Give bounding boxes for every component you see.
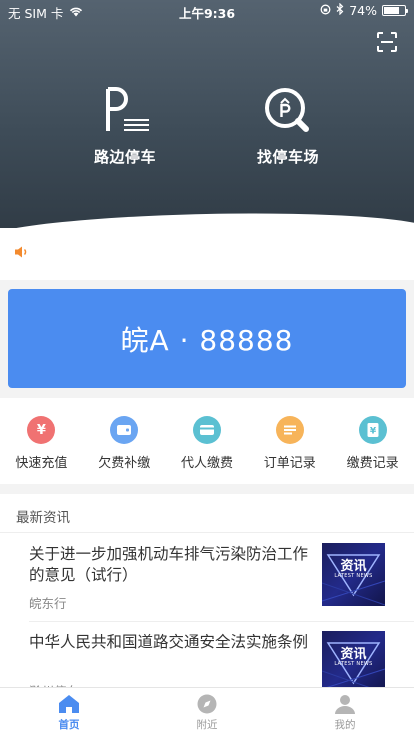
quick-recharge-label: 快速充值 (15, 456, 68, 471)
user-icon (335, 695, 355, 714)
payment-records-label: 缴费记录 (346, 456, 399, 471)
home-icon (59, 695, 79, 713)
tab-nearby[interactable]: 附近 (138, 688, 276, 736)
yuan-icon: ¥ (27, 416, 56, 444)
battery-icon (382, 5, 408, 16)
order-records-label: 订单记录 (263, 456, 316, 471)
news-thumb-subtitle: LATEST NEWS (334, 573, 373, 579)
tab-home[interactable]: 首页 (0, 688, 138, 736)
news-thumbnail: 资讯 LATEST NEWS (322, 543, 385, 606)
wallet-icon (110, 416, 139, 444)
news-thumb-title: 资讯 (340, 559, 367, 574)
find-parking-lot-label: 找停车场 (256, 148, 319, 166)
roadside-parking-label: 路边停车 (93, 148, 156, 166)
compass-icon (197, 694, 217, 714)
roadside-parking-button[interactable]: 路边停车 (70, 86, 180, 167)
receipt-icon: ¥ (358, 416, 387, 444)
find-parking-icon (265, 88, 309, 132)
tab-home-label: 首页 (58, 719, 80, 731)
rotation-lock-icon (320, 3, 331, 18)
list-icon (275, 416, 304, 444)
arrears-payment-button[interactable]: 欠费补缴 (83, 398, 166, 484)
tab-mine-label: 我的 (334, 719, 356, 731)
header-banner: 无 SIM 卡 上午9:36 74% 路边停车 找停车场 (0, 0, 414, 240)
license-plate-card[interactable]: 皖A · 88888 (8, 289, 406, 388)
tab-nearby-label: 附近 (196, 719, 218, 731)
news-item[interactable]: 关于进一步加强机动车排气污染防治工作的意见（试行） 皖东行 资讯 LATEST … (0, 534, 414, 622)
svg-text:¥: ¥ (369, 427, 376, 437)
payment-records-button[interactable]: ¥ 缴费记录 (331, 398, 414, 484)
news-thumb-subtitle: LATEST NEWS (334, 661, 373, 667)
news-headline: 关于进一步加强机动车排气污染防治工作的意见（试行） (29, 545, 309, 584)
pay-for-others-label: 代人缴费 (180, 456, 233, 471)
scan-icon (377, 32, 397, 52)
find-parking-lot-button[interactable]: 找停车场 (233, 86, 343, 167)
news-thumbnail: 资讯 LATEST NEWS (322, 631, 385, 694)
status-bar: 无 SIM 卡 上午9:36 74% (0, 0, 414, 22)
order-records-button[interactable]: 订单记录 (248, 398, 331, 484)
battery-percent: 74% (349, 3, 377, 18)
divider (0, 532, 414, 533)
notice-bar (0, 228, 414, 280)
quick-recharge-button[interactable]: ¥ 快速充值 (0, 398, 83, 484)
news-thumb-title: 资讯 (340, 647, 367, 662)
news-source: 皖东行 (29, 596, 67, 611)
pay-for-others-button[interactable]: 代人缴费 (166, 398, 249, 484)
bottom-tab-bar: 首页 附近 我的 (0, 687, 414, 736)
roadside-parking-icon (106, 87, 149, 131)
quick-actions: ¥ 快速充值 欠费补缴 代人缴费 订单记录 ¥ 缴费记录 (0, 398, 414, 484)
tab-mine[interactable]: 我的 (276, 688, 414, 736)
bluetooth-icon (336, 2, 344, 18)
card-icon (192, 416, 221, 444)
license-plate-number: 皖A · 88888 (120, 323, 294, 357)
arrears-payment-label: 欠费补缴 (98, 456, 151, 471)
scan-qr-button[interactable] (376, 31, 398, 53)
news-headline: 中华人民共和国道路交通安全法实施条例 (29, 633, 309, 651)
announcement-speaker-icon[interactable] (14, 244, 44, 258)
news-section-title: 最新资讯 (16, 510, 70, 526)
